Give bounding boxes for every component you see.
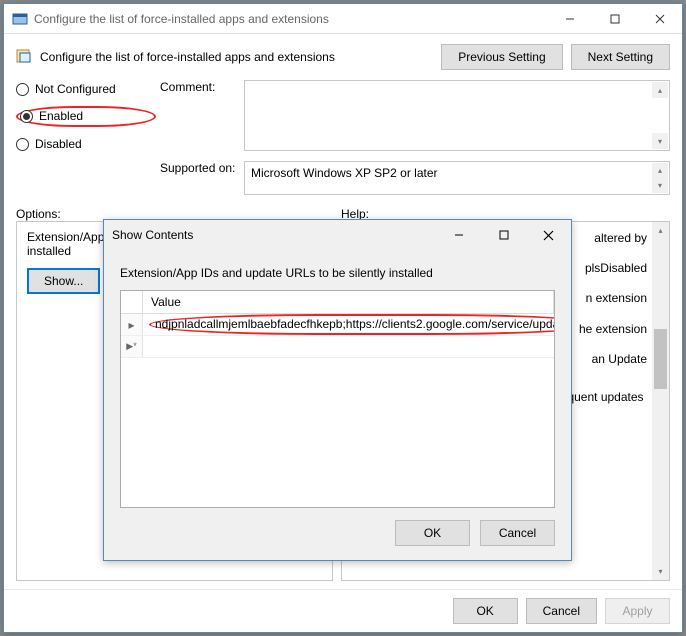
dialog-footer: OK Cancel [104, 508, 571, 560]
grid-header-row: Value [121, 291, 554, 314]
main-titlebar[interactable]: Configure the list of force-installed ap… [4, 4, 682, 34]
comment-scroll: ▴ ▾ [652, 82, 668, 149]
help-scrollbar[interactable]: ▴ ▾ [652, 222, 669, 580]
dialog-cancel-button[interactable]: Cancel [480, 520, 555, 546]
maximize-button[interactable] [592, 4, 637, 34]
main-footer: OK Cancel Apply [4, 589, 682, 632]
header-label: Configure the list of force-installed ap… [40, 50, 335, 64]
radio-label: Enabled [39, 109, 83, 123]
supported-label: Supported on: [160, 161, 240, 175]
scrollbar-thumb[interactable] [654, 329, 667, 389]
radio-disabled[interactable]: Disabled [16, 137, 156, 151]
value-cell[interactable]: ndjpnladcallmjemlbaebfadecfhkepb;https:/… [143, 314, 554, 335]
dialog-titlebar[interactable]: Show Contents [104, 220, 571, 250]
scroll-down-icon[interactable]: ▾ [652, 178, 668, 193]
row-header[interactable]: ▸ [121, 314, 143, 335]
minimize-button[interactable] [436, 220, 481, 250]
new-row-indicator-icon: ▶* [121, 336, 143, 357]
header-row: Configure the list of force-installed ap… [4, 34, 682, 74]
radio-enabled[interactable]: Enabled [20, 109, 83, 123]
policy-icon [16, 48, 32, 67]
values-grid[interactable]: Value ▸ ndjpnladcallmjemlbaebfadecfhkepb… [120, 290, 555, 508]
enabled-highlight: Enabled [16, 106, 156, 127]
minimize-button[interactable] [547, 4, 592, 34]
grid-corner-cell [121, 291, 143, 313]
radio-dot-icon [16, 138, 29, 151]
dialog-title: Show Contents [112, 228, 436, 242]
state-radio-group: Not Configured Enabled Disabled [16, 80, 156, 151]
supported-scroll: ▴ ▾ [652, 163, 668, 193]
dialog-ok-button[interactable]: OK [395, 520, 470, 546]
app-icon [12, 11, 28, 27]
value-highlight: ndjpnladcallmjemlbaebfadecfhkepb;https:/… [149, 314, 554, 334]
dialog-body: Extension/App IDs and update URLs to be … [104, 250, 571, 508]
column-header-value[interactable]: Value [143, 291, 554, 313]
comment-label: Comment: [160, 80, 240, 151]
extension-value: ndjpnladcallmjemlbaebfadecfhkepb;https:/… [155, 317, 554, 331]
empty-value-cell[interactable] [143, 336, 554, 357]
dialog-description: Extension/App IDs and update URLs to be … [120, 266, 555, 280]
apply-button: Apply [605, 598, 670, 624]
scroll-down-icon[interactable]: ▾ [652, 133, 668, 149]
close-button[interactable] [637, 4, 682, 34]
close-button[interactable] [526, 220, 571, 250]
scroll-up-icon[interactable]: ▴ [652, 222, 669, 239]
comment-textarea[interactable]: ▴ ▾ [244, 80, 670, 151]
supported-on-box: Microsoft Windows XP SP2 or later ▴ ▾ [244, 161, 670, 195]
scroll-up-icon[interactable]: ▴ [652, 163, 668, 178]
main-window-controls [547, 4, 682, 34]
radio-dot-icon [16, 83, 29, 96]
settings-form: Not Configured Enabled Disabled Comment:… [4, 74, 682, 203]
grid-data-row[interactable]: ▸ ndjpnladcallmjemlbaebfadecfhkepb;https… [121, 314, 554, 336]
scroll-down-icon[interactable]: ▾ [652, 563, 669, 580]
scroll-up-icon[interactable]: ▴ [652, 82, 668, 98]
radio-label: Disabled [35, 137, 82, 151]
previous-setting-button[interactable]: Previous Setting [441, 44, 562, 70]
radio-label: Not Configured [35, 82, 116, 96]
cancel-button[interactable]: Cancel [526, 598, 597, 624]
grid-new-row[interactable]: ▶* [121, 336, 554, 358]
dialog-window-controls [436, 220, 571, 250]
next-setting-button[interactable]: Next Setting [571, 44, 670, 70]
main-title: Configure the list of force-installed ap… [34, 12, 547, 26]
show-contents-dialog: Show Contents Extension/App IDs and upda… [103, 219, 572, 561]
show-button[interactable]: Show... [27, 268, 100, 294]
maximize-button[interactable] [481, 220, 526, 250]
supported-value: Microsoft Windows XP SP2 or later [251, 166, 438, 180]
radio-dot-icon [20, 110, 33, 123]
radio-not-configured[interactable]: Not Configured [16, 82, 156, 96]
ok-button[interactable]: OK [453, 598, 518, 624]
